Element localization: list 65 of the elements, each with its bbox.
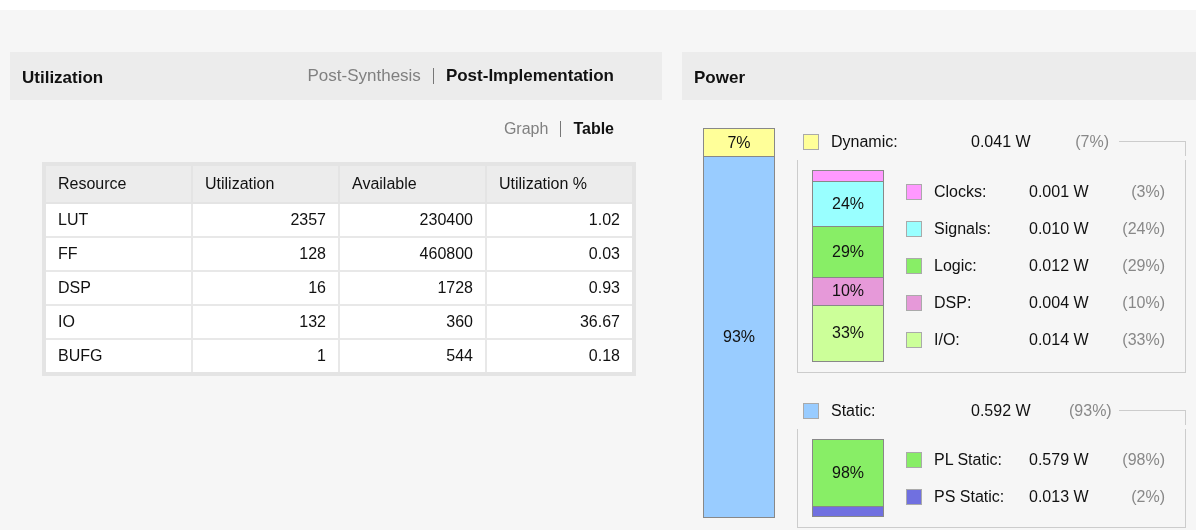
bar-segment: 10% xyxy=(813,277,883,305)
power-value: 0.001 W xyxy=(1029,183,1090,201)
table-cell: 16 xyxy=(192,271,339,305)
table-cell: 544 xyxy=(339,339,486,374)
group-frame-line xyxy=(1119,410,1186,425)
power-percent: (33%) xyxy=(1121,331,1165,349)
power-value: 0.010 W xyxy=(1029,220,1090,238)
table-cell: 2357 xyxy=(192,203,339,237)
table-cell: 460800 xyxy=(339,237,486,271)
column-header: Resource xyxy=(44,164,192,203)
power-value: 0.012 W xyxy=(1029,257,1090,275)
column-header: Available xyxy=(339,164,486,203)
bar-segment: 24% xyxy=(813,181,883,226)
bar-segment: 98% xyxy=(813,440,883,506)
table-cell: 132 xyxy=(192,305,339,339)
view-toggle[interactable]: Table xyxy=(561,120,626,138)
bar-segment: 7% xyxy=(704,129,774,157)
item-name: Signals: xyxy=(934,220,992,238)
power-percent: (10%) xyxy=(1121,294,1165,312)
table-cell: 0.03 xyxy=(486,237,634,271)
power-value: 0.013 W xyxy=(1029,487,1090,506)
table-cell: IO xyxy=(44,305,192,339)
power-percent: (3%) xyxy=(1130,183,1165,201)
column-header: Utilization xyxy=(192,164,339,203)
item-name: DSP: xyxy=(934,294,973,312)
item-name: PS Static: xyxy=(934,487,1006,506)
power-value: 0.041 W xyxy=(971,133,1032,151)
power-percent: (93%) xyxy=(1069,402,1109,420)
bar-segment: 93% xyxy=(704,156,774,517)
table-cell: FF xyxy=(44,237,192,271)
panel-title: Power xyxy=(694,67,746,88)
panel-title: Utilization xyxy=(22,67,104,88)
group-name: Static: xyxy=(831,402,877,420)
item-name: I/O: xyxy=(934,331,961,349)
item-name: Clocks: xyxy=(934,183,988,201)
power-percent: (2%) xyxy=(1130,487,1165,506)
power-percent: (29%) xyxy=(1121,257,1165,275)
table-cell: BUFG xyxy=(44,339,192,374)
bar-segment: 29% xyxy=(813,226,883,278)
table-cell: 1.02 xyxy=(486,203,634,237)
power-percent: (7%) xyxy=(1074,133,1109,151)
table-cell: 1728 xyxy=(339,271,486,305)
table-cell: 0.18 xyxy=(486,339,634,374)
group-name: Dynamic: xyxy=(831,133,899,151)
table-cell: 1 xyxy=(192,339,339,374)
power-value: 0.004 W xyxy=(1029,294,1090,312)
table-cell: 36.67 xyxy=(486,305,634,339)
group-frame-line xyxy=(1119,141,1186,156)
table-cell: 0.93 xyxy=(486,271,634,305)
power-percent: (24%) xyxy=(1121,220,1165,238)
tab[interactable]: Post-Implementation xyxy=(433,66,626,86)
power-percent: (98%) xyxy=(1121,450,1165,469)
table-cell: 360 xyxy=(339,305,486,339)
power-value: 0.579 W xyxy=(1029,450,1090,469)
table-cell: 128 xyxy=(192,237,339,271)
column-header: Utilization % xyxy=(486,164,634,203)
bar-segment: 33% xyxy=(813,304,883,361)
table-cell: 230400 xyxy=(339,203,486,237)
table-cell: DSP xyxy=(44,271,192,305)
item-name: Logic: xyxy=(934,257,978,275)
table-cell: LUT xyxy=(44,203,192,237)
view-toggle[interactable]: Graph xyxy=(491,120,561,138)
item-name: PL Static: xyxy=(934,450,1003,469)
power-value: 0.592 W xyxy=(971,402,1032,420)
power-value: 0.014 W xyxy=(1029,331,1090,349)
